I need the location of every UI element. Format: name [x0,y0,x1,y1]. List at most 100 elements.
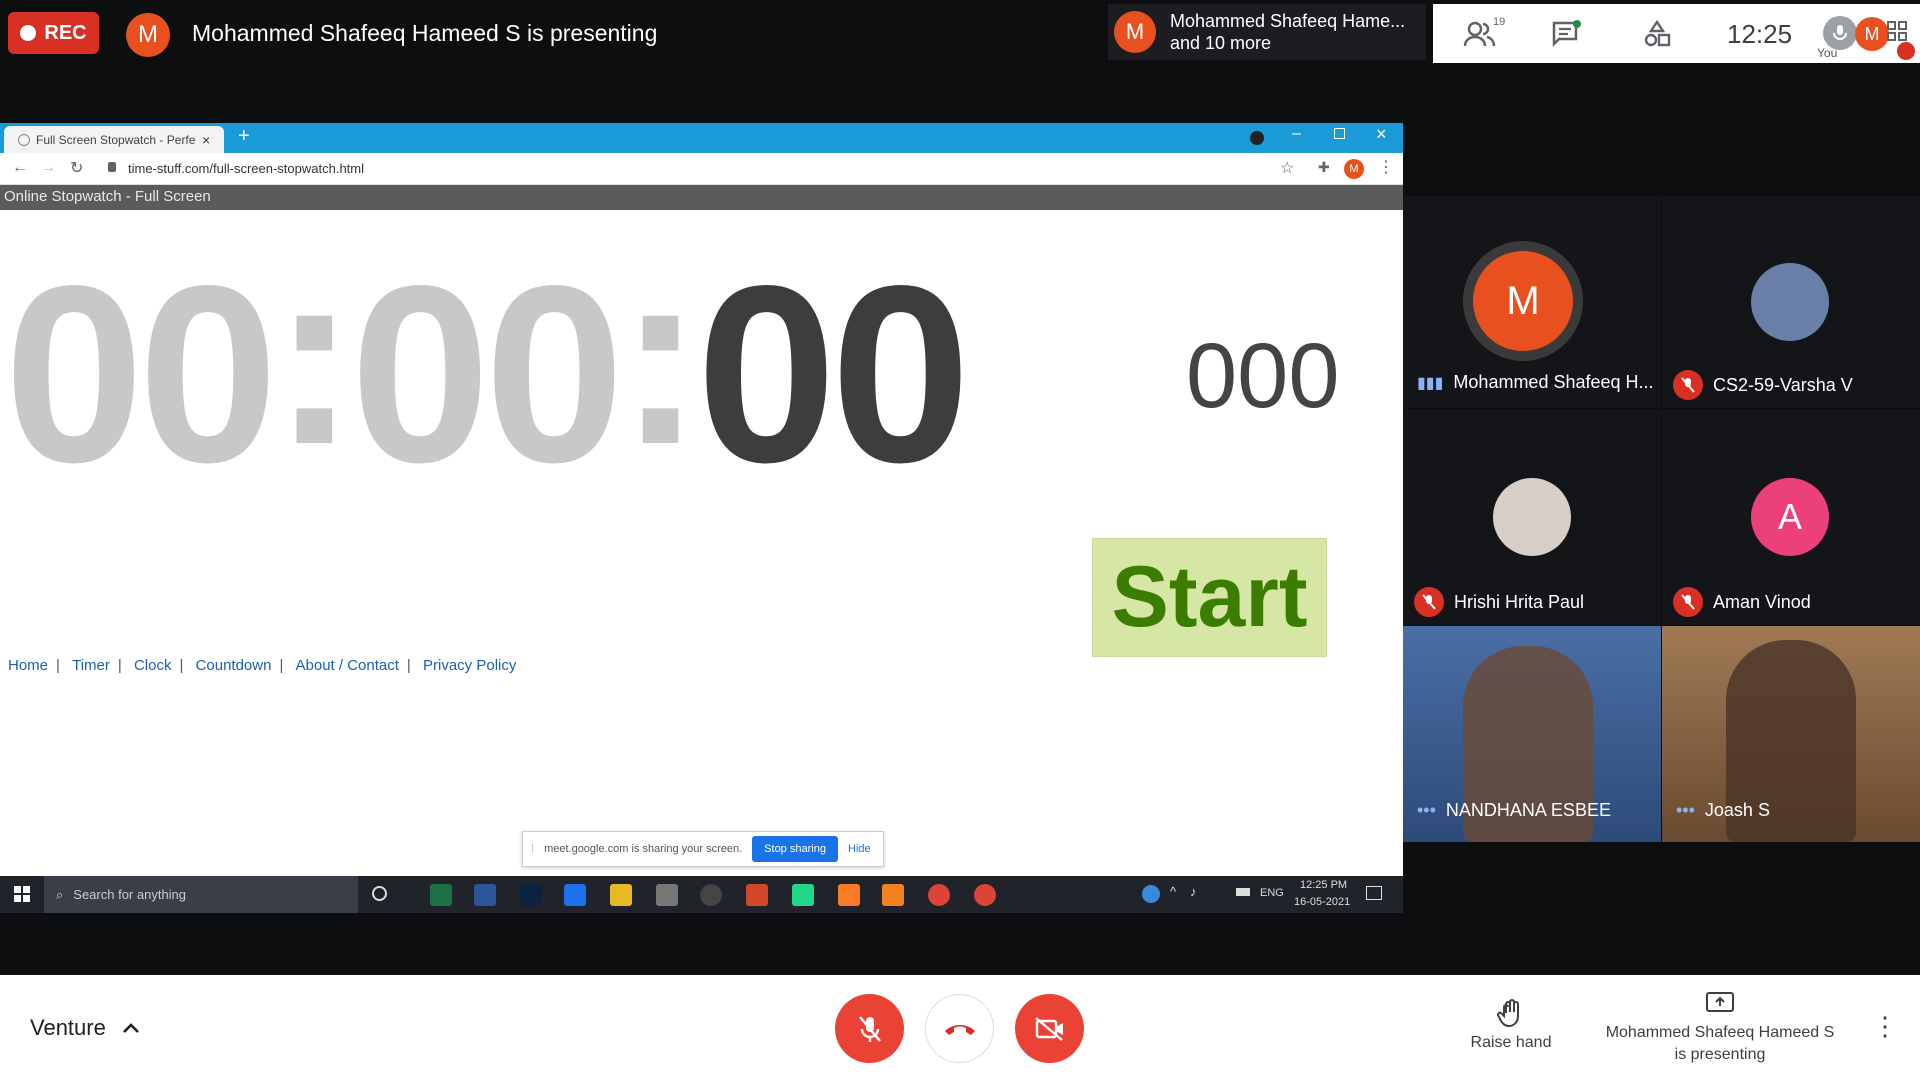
link-privacy-policy[interactable]: Privacy Policy [423,657,516,674]
notification-line2: and 10 more [1170,33,1272,53]
volume-icon[interactable]: ♪ [1190,884,1197,899]
record-dot-icon [20,25,37,41]
present-now-button[interactable]: Mohammed Shafeeq Hameed S is presenting [1600,991,1840,1066]
tab-close-icon[interactable]: × [202,132,210,148]
url-text[interactable]: time-stuff.com/full-screen-stopwatch.htm… [128,161,364,176]
mic-off-self-icon [1823,16,1857,50]
stopwatch-display: 00:00:00 [4,231,971,501]
hide-button[interactable]: Hide [848,843,871,855]
link-countdown[interactable]: Countdown [196,657,272,674]
app-icon[interactable] [656,884,678,906]
chrome-icon[interactable] [928,884,950,906]
more-options-icon[interactable]: ⋮ [1872,1011,1898,1042]
browser-menu-icon[interactable]: ⋮ [1378,157,1394,177]
mic-off-icon [858,1015,881,1042]
shared-screen: Full Screen Stopwatch - Perfect × + – × … [0,123,1403,913]
presenter-avatar: M [126,13,170,57]
bookmark-star-icon[interactable]: ☆ [1280,158,1294,178]
stop-sharing-button[interactable]: Stop sharing [752,836,838,862]
link-timer[interactable]: Timer [72,657,110,674]
meeting-clock: 12:25 [1727,19,1793,49]
word-icon[interactable] [474,884,496,906]
excel-icon[interactable] [430,884,452,906]
timer-hours: 00 [4,234,278,515]
meeting-details[interactable]: Venture [30,1015,140,1041]
leave-call-button[interactable] [925,994,994,1063]
windows-start-icon[interactable] [14,886,30,905]
participant-name: NANDHANA ESBEE [1445,800,1611,820]
participant-tile[interactable]: CS2-59-Varsha V [1662,196,1920,408]
minimize-icon[interactable]: – [1292,125,1301,143]
browser-tab[interactable]: Full Screen Stopwatch - Perfect × [4,126,224,153]
link-clock[interactable]: Clock [134,657,172,674]
share-message: meet.google.com is sharing your screen. [544,843,743,855]
participant-video-tile[interactable]: ••• NANDHANA ESBEE [1403,626,1661,842]
footer-links: Home | Timer | Clock | Countdown | About / C… [8,657,517,674]
join-notification[interactable]: M Mohammed Shafeeq Hame... and 10 more [1108,4,1426,60]
tray-language[interactable]: ENG [1260,887,1284,899]
screen-share-bar: ⁞ meet.google.com is sharing your screen… [522,831,884,867]
participant-photo [1493,478,1571,556]
raise-hand-button[interactable]: Raise hand [1468,999,1554,1052]
participant-name: Joash S [1704,800,1770,820]
self-muted-badge-icon [1897,42,1915,60]
presenting-line1: Mohammed Shafeeq Hameed S [1605,1024,1835,1041]
windows-taskbar: ⌕ Search for anything ^ ♪ ENG 12:25 PM 1… [0,876,1403,913]
tray-chevron-up-icon[interactable]: ^ [1170,884,1176,899]
recording-badge: REC [8,12,99,54]
help-icon[interactable] [1142,885,1160,903]
raise-hand-label: Raise hand [1470,1034,1552,1051]
hand-icon [1497,999,1519,1028]
more-dots-icon: ••• [1417,800,1436,820]
app-circle-icon[interactable] [700,884,722,906]
participants-panel: M ▮▮▮ Mohammed Shafeeq H... CS2-59-Varsh… [1403,196,1920,843]
participant-name: CS2-59-Varsha V [1713,374,1853,395]
timer-minutes: 00 [350,234,624,515]
camera-toggle-button[interactable] [1015,994,1084,1063]
extensions-icon[interactable]: ✚ [1318,159,1330,176]
start-button[interactable]: Start [1092,538,1327,657]
link-about-contact[interactable]: About / Contact [296,657,399,674]
back-icon[interactable]: ← [12,159,28,177]
reload-icon[interactable]: ↻ [70,158,83,178]
drag-handle-icon[interactable]: ⁞ [531,843,534,855]
powerpoint-icon[interactable] [746,884,768,906]
pycharm-icon[interactable] [792,884,814,906]
taskbar-search-placeholder: Search for anything [73,887,187,902]
people-icon[interactable]: 19 [1463,16,1505,53]
xampp-icon[interactable] [838,884,860,906]
participant-tile[interactable]: A Aman Vinod [1662,409,1920,625]
search-icon: ⌕ [56,886,64,902]
participant-name: Hrishi Hrita Paul [1454,591,1585,612]
window-close-icon[interactable]: × [1376,124,1387,145]
battery-icon[interactable] [1236,888,1250,896]
tab-title: Full Screen Stopwatch - Perfect [36,132,196,147]
participant-video-tile[interactable]: ••• Joash S [1662,626,1920,842]
lock-icon [108,162,116,172]
participant-tile[interactable]: Hrishi Hrita Paul [1403,409,1661,625]
participant-name: Aman Vinod [1713,591,1811,612]
file-explorer-icon[interactable] [610,884,632,906]
chat-icon[interactable] [1551,20,1581,53]
notification-avatar: M [1114,11,1156,53]
taskbar-search[interactable]: ⌕ Search for anything [44,876,358,913]
chrome-active-icon[interactable] [974,884,996,906]
forward-icon[interactable]: → [40,159,56,177]
store-icon[interactable] [564,884,586,906]
speaking-icon: ▮▮▮ [1417,374,1444,392]
meet-control-bar: Venture Raise hand Mohammed Shafeeq Hame… [0,975,1920,1085]
browser-profile-avatar[interactable]: M [1344,159,1364,179]
terminal-icon[interactable] [520,884,542,906]
activities-icon[interactable] [1643,19,1671,53]
cortana-icon[interactable] [372,886,387,901]
sublime-icon[interactable] [882,884,904,906]
mic-off-icon [1673,587,1703,617]
people-count: 19 [1493,16,1506,28]
mic-toggle-button[interactable] [835,994,904,1063]
rec-label: REC [44,21,87,44]
link-home[interactable]: Home [8,657,48,674]
participant-tile[interactable]: M ▮▮▮ Mohammed Shafeeq H... [1403,196,1661,408]
new-tab-icon[interactable]: + [238,125,250,148]
notifications-icon[interactable] [1366,886,1382,900]
restore-icon[interactable] [1334,128,1345,139]
